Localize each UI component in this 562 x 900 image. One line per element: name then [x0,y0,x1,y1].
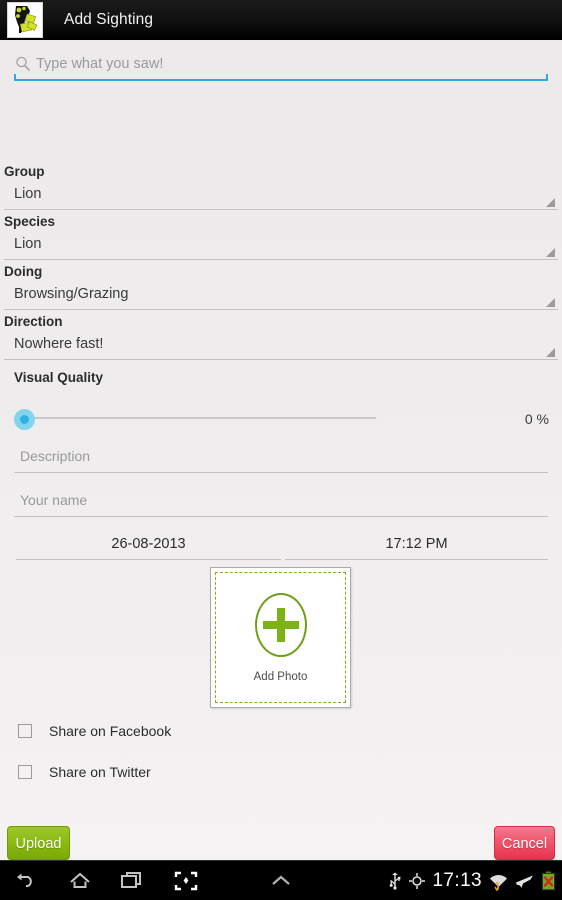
spinner-direction-value: Nowhere fast! [14,336,104,352]
upload-button[interactable]: Upload [7,826,70,860]
checkbox-share-facebook[interactable]: Share on Facebook [18,723,171,739]
app-screen: ‹ Add Sighting Ty [0,0,562,900]
airplane-mode-icon [516,875,533,888]
spinner-doing[interactable]: Browsing/Grazing [4,284,558,310]
search-icon [16,56,31,72]
label-group: Group [4,164,45,179]
time-value: 17:12 PM [385,536,448,552]
recents-icon-svg [121,872,141,888]
search-input[interactable]: Type what you saw! [14,49,548,81]
status-clock: 17:13 [432,870,482,891]
label-visual-quality: Visual Quality [14,370,104,385]
recents-icon[interactable] [119,869,145,893]
spinner-species[interactable]: Lion [4,234,558,260]
search-placeholder: Type what you saw! [36,56,164,72]
add-photo-dashed-border: Add Photo [215,572,346,703]
spinner-direction[interactable]: Nowhere fast! [4,334,558,360]
spinner-handle-icon [546,198,555,207]
screenshot-icon-svg [174,871,198,891]
description-placeholder: Description [20,448,91,464]
spinner-group-value: Lion [14,186,42,202]
back-icon-svg [17,873,32,887]
wifi-icon [490,875,507,891]
date-field[interactable]: 26-08-2013 [16,532,281,560]
spinner-doing-value: Browsing/Grazing [14,286,129,302]
label-doing: Doing [4,264,43,279]
spinner-group[interactable]: Lion [4,184,558,210]
checkbox-share-twitter[interactable]: Share on Twitter [18,764,151,780]
spinner-handle-icon [546,298,555,307]
form-content: Type what you saw! Group Lion Species Li… [0,40,562,860]
spinner-handle-icon [546,248,555,257]
visual-quality-slider[interactable] [26,417,376,419]
label-species: Species [4,214,56,229]
home-icon-svg [70,872,90,888]
home-icon[interactable] [67,869,93,893]
date-value: 26-08-2013 [111,536,186,552]
screenshot-icon[interactable] [173,869,199,893]
checkbox-box-icon[interactable] [18,765,32,779]
name-input[interactable]: Your name [14,489,548,517]
checkbox-share-facebook-label: Share on Facebook [49,723,172,739]
add-photo-label: Add Photo [253,671,308,683]
checkbox-box-icon[interactable] [18,724,32,738]
plus-oval-icon [254,593,307,657]
back-icon[interactable] [12,869,38,893]
usb-icon [390,872,401,890]
name-placeholder: Your name [20,492,88,508]
spinner-handle-icon [546,348,555,357]
action-bar: ‹ Add Sighting [0,0,562,40]
checkbox-share-twitter-label: Share on Twitter [49,764,151,780]
add-photo-button[interactable]: Add Photo [210,567,351,708]
visual-quality-slider-thumb[interactable] [14,409,35,430]
spinner-species-value: Lion [14,236,42,252]
battery-error-icon [541,871,556,891]
system-navigation-bar: 17:13 [0,860,562,900]
chevron-up-icon-svg [272,875,290,885]
label-direction: Direction [4,314,63,329]
africa-map-app-icon[interactable] [7,2,43,38]
time-field[interactable]: 17:12 PM [285,532,548,560]
cancel-button[interactable]: Cancel [494,826,555,860]
visual-quality-value: 0 % [524,411,549,427]
africa-map-icon-svg [8,3,42,37]
description-input[interactable]: Description [14,445,548,473]
chevron-up-icon[interactable] [268,869,294,893]
gps-icon [409,873,426,889]
status-bar-icons: 17:13 [388,861,556,900]
page-title: Add Sighting [64,11,154,28]
